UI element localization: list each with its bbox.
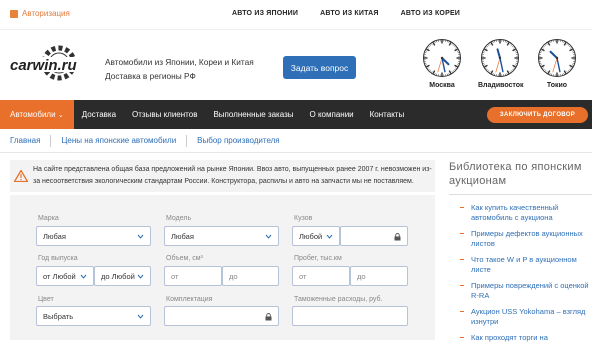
sidebar-link[interactable]: Что такое W и P в аукционном листе — [449, 255, 592, 275]
user-icon — [10, 10, 18, 18]
mileage-label: Пробег, тыс.км — [294, 255, 342, 262]
chevron-down-icon — [137, 313, 144, 320]
customs-label: Таможенные расходы, руб. — [294, 296, 382, 303]
chevron-down-icon — [137, 273, 144, 280]
top-bar: Авторизация АВТО ИЗ ЯПОНИИ АВТО ИЗ КИТАЯ… — [0, 0, 592, 30]
model-select[interactable]: Любая — [164, 226, 279, 246]
mileage-from-input[interactable]: от — [292, 266, 350, 286]
auth-label: Авторизация — [22, 9, 70, 18]
clock-face-icon — [422, 38, 462, 78]
color-value: Выбрать — [43, 312, 73, 321]
make-value: Любая — [43, 232, 66, 241]
customs-input[interactable] — [292, 306, 408, 326]
chevron-down-icon — [326, 233, 333, 240]
top-links: АВТО ИЗ ЯПОНИИ АВТО ИЗ КИТАЯ АВТО ИЗ КОР… — [232, 10, 460, 17]
color-label: Цвет — [38, 296, 54, 303]
nav-item-about[interactable]: О компании — [302, 100, 362, 129]
trim-input[interactable] — [164, 306, 279, 326]
clock-face-icon — [480, 38, 520, 78]
ask-question-button[interactable]: Задать вопрос — [283, 56, 356, 79]
chevron-down-icon: ⌄ — [58, 111, 64, 119]
year-label: Год выпуска — [38, 255, 78, 262]
breadcrumb: Главная Цены на японские автомобили Выбо… — [0, 129, 592, 153]
body-label: Кузов — [294, 215, 312, 222]
year-from-select[interactable]: от Любой — [36, 266, 94, 286]
sidebar-link[interactable]: Примеры повреждений с оценкой R-RA — [449, 281, 592, 301]
chevron-down-icon — [265, 233, 272, 240]
sidebar-link[interactable]: Как проходят торги на — [449, 333, 592, 343]
year-to-select[interactable]: до Любой — [94, 266, 151, 286]
volume-label: Объем, см³ — [166, 255, 203, 262]
sidebar-title: Библиотека по японским аукционам — [449, 160, 592, 195]
body-value: Любой — [299, 232, 322, 241]
clock-moscow: Москва — [420, 38, 464, 89]
mileage-to-input[interactable]: до — [350, 266, 408, 286]
sidebar-library: Библиотека по японским аукционам Как куп… — [449, 160, 592, 349]
clock-tokyo: Токио — [535, 38, 579, 89]
nav-item-contacts[interactable]: Контакты — [362, 100, 413, 129]
notice-text: На сайте представлена общая база предлож… — [33, 164, 433, 188]
year-from-value: от Любой — [43, 272, 76, 281]
clock-city: Токио — [535, 82, 579, 89]
nav-item-delivery[interactable]: Доставка — [74, 100, 124, 129]
body-select[interactable]: Любой — [292, 226, 340, 246]
trim-label: Комплектация — [166, 296, 212, 303]
contract-button[interactable]: ЗАКЛЮЧИТЬ ДОГОВОР — [487, 107, 588, 123]
top-link-japan[interactable]: АВТО ИЗ ЯПОНИИ — [232, 10, 298, 17]
auth-link[interactable]: Авторизация — [10, 9, 70, 18]
volume-to-input[interactable]: до — [222, 266, 279, 286]
model-label: Модель — [166, 215, 191, 222]
chevron-down-icon — [80, 273, 87, 280]
clock-face-icon — [537, 38, 577, 78]
nav-item-orders[interactable]: Выполненные заказы — [205, 100, 301, 129]
lock-icon — [394, 233, 401, 241]
nav-label: Автомобили — [10, 110, 56, 119]
search-form: Марка Любая Модель Любая Кузов Любой Год… — [10, 195, 435, 340]
breadcrumb-prices[interactable]: Цены на японские автомобили — [51, 136, 186, 145]
main-nav: Автомобили ⌄ Доставка Отзывы клиентов Вы… — [0, 100, 592, 129]
sidebar-link[interactable]: Как купить качественный автомобиль с аук… — [449, 203, 592, 223]
svg-text:carwin.ru: carwin.ru — [10, 57, 77, 74]
nav-item-reviews[interactable]: Отзывы клиентов — [124, 100, 205, 129]
breadcrumb-home[interactable]: Главная — [0, 136, 50, 145]
chevron-down-icon — [137, 233, 144, 240]
logo[interactable]: carwin.ru — [8, 44, 86, 84]
make-label: Марка — [38, 215, 59, 222]
header: carwin.ru Автомобили из Японии, Кореи и … — [0, 30, 592, 100]
lock-icon — [265, 313, 272, 321]
sidebar-link[interactable]: Примеры дефектов аукционных листов — [449, 229, 592, 249]
tagline: Автомобили из Японии, Кореи и Китая Дост… — [105, 55, 265, 83]
clock-vladivostok: Владивосток — [478, 38, 522, 89]
nav-item-cars[interactable]: Автомобили ⌄ — [0, 100, 74, 129]
year-to-value: до Любой — [101, 272, 135, 281]
clock-city: Владивосток — [478, 82, 522, 89]
volume-from-input[interactable]: от — [164, 266, 222, 286]
warning-icon — [14, 170, 28, 182]
body-input[interactable] — [340, 226, 408, 246]
clock-city: Москва — [420, 82, 464, 89]
color-select[interactable]: Выбрать — [36, 306, 151, 326]
notice-box: На сайте представлена общая база предлож… — [10, 160, 435, 192]
top-link-china[interactable]: АВТО ИЗ КИТАЯ — [320, 10, 379, 17]
model-value: Любая — [171, 232, 194, 241]
top-link-korea[interactable]: АВТО ИЗ КОРЕИ — [401, 10, 460, 17]
sidebar-link[interactable]: Аукцион USS Yokohama – взгляд изнутри — [449, 307, 592, 327]
make-select[interactable]: Любая — [36, 226, 151, 246]
breadcrumb-current[interactable]: Выбор производителя — [187, 136, 289, 145]
